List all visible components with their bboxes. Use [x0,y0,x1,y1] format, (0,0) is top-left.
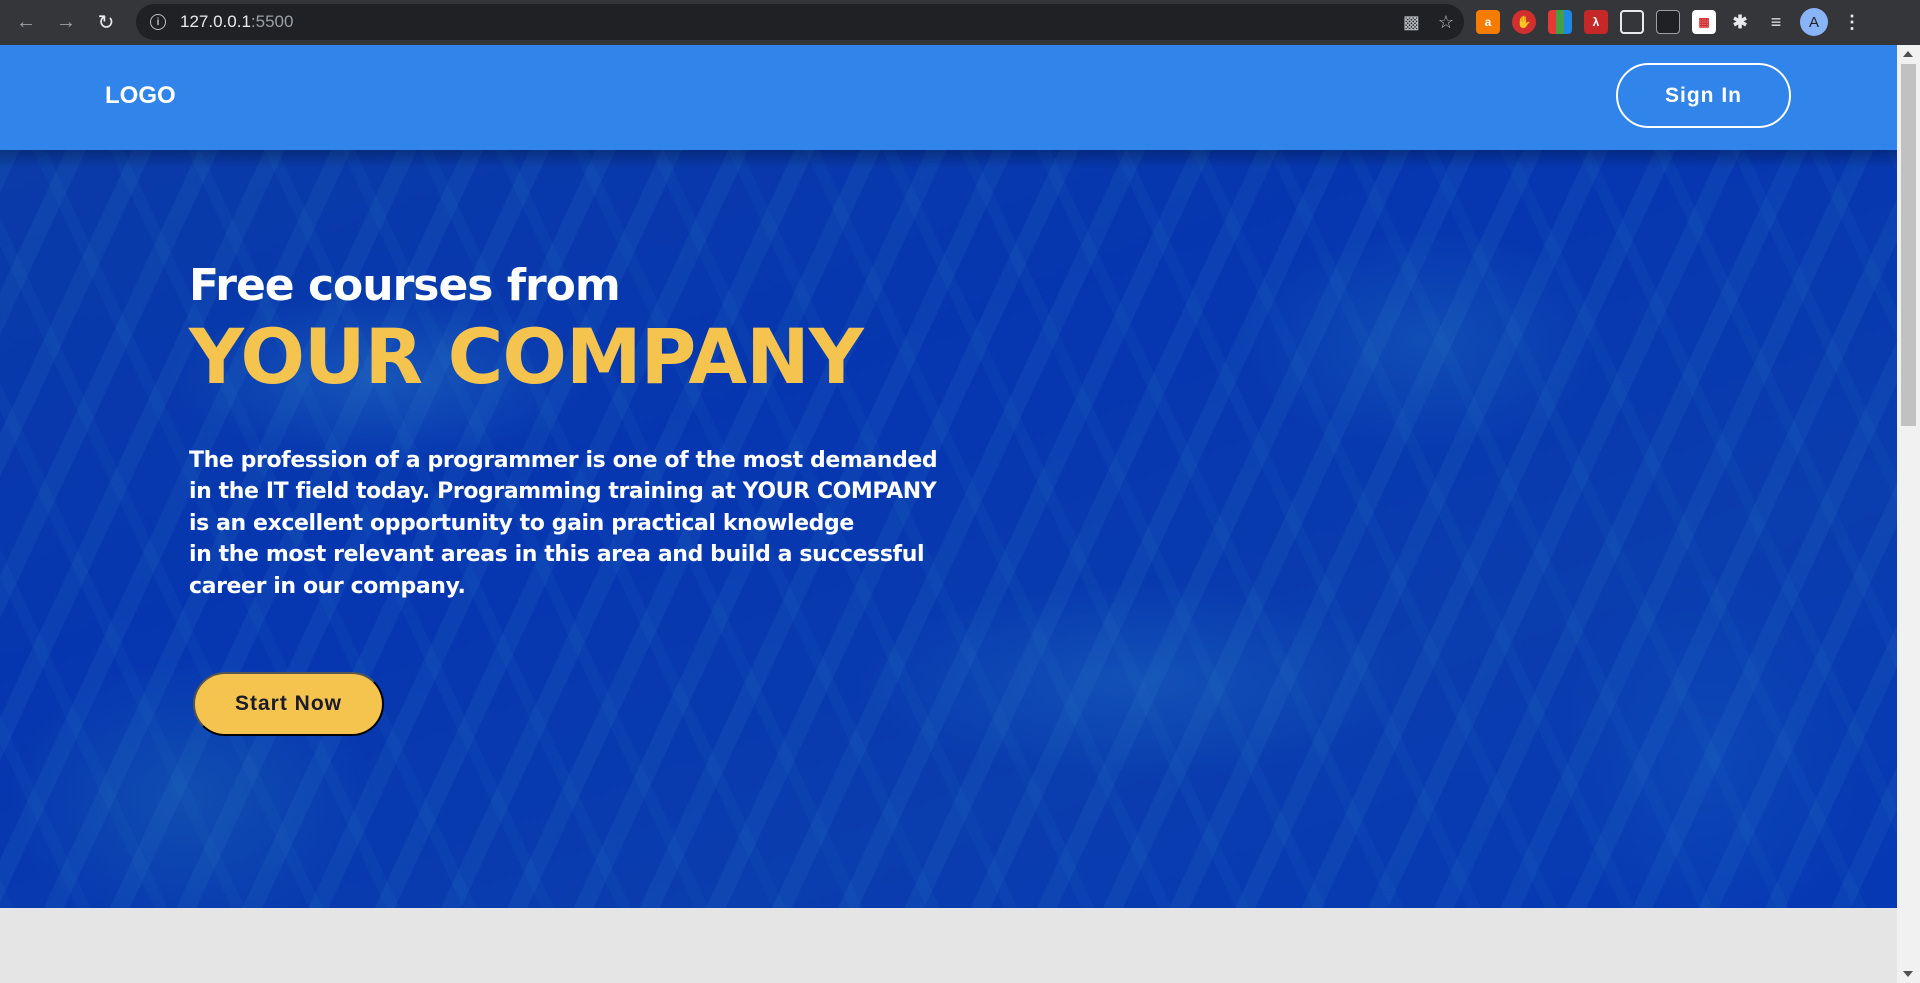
menu-kebab-icon[interactable]: ⋮ [1840,10,1864,34]
sign-in-button[interactable]: Sign In [1616,63,1791,128]
puzzle-extensions-icon[interactable]: ✱ [1728,10,1752,34]
reading-list-icon[interactable]: ≡ [1764,10,1788,34]
page-scrollbar[interactable] [1897,45,1920,983]
address-bar[interactable]: i 127.0.0.1:5500 ▩ ☆ [136,4,1464,40]
color-picker-extension-icon[interactable] [1548,10,1572,34]
hero-description-line: is an excellent opportunity to gain prac… [189,510,854,536]
address-url[interactable]: 127.0.0.1:5500 [180,12,293,32]
store-extension-icon[interactable]: ▦ [1692,10,1716,34]
translate-icon[interactable]: ▩ [1403,12,1420,33]
next-section [0,908,1897,983]
hero-description-line: career in our company. [189,573,466,599]
hero-description-line: The profession of a programmer is one of… [189,447,938,473]
site-header: LOGO Sign In [0,45,1897,150]
nav-buttons: ← → ↻ [6,3,126,43]
hero-content: Free courses from YOUR COMPANY The profe… [189,260,938,603]
shopping-extension-icon[interactable]: a [1476,10,1500,34]
info-icon[interactable]: i [150,14,166,30]
reload-icon[interactable]: ↻ [86,3,126,43]
bookmark-star-icon[interactable]: ☆ [1438,12,1454,33]
hero-title: YOUR COMPANY [189,312,864,401]
pdf-extension-icon[interactable]: λ [1584,10,1608,34]
browser-toolbar: ← → ↻ i 127.0.0.1:5500 ▩ ☆ a ✋ λ ▦ ✱ ≡ A… [0,0,1920,45]
forward-arrow-icon[interactable]: → [46,3,86,43]
extensions-bar: a ✋ λ ▦ ✱ ≡ A ⋮ [1476,8,1864,36]
scroll-up-arrow-icon[interactable] [1903,51,1913,57]
hero-subtitle: Free courses from [189,260,621,311]
scroll-down-arrow-icon[interactable] [1903,971,1913,977]
scrollbar-thumb[interactable] [1901,64,1916,426]
omnibox-actions: ▩ ☆ [1403,4,1454,40]
hero-description-line: in the IT field today. Programming train… [189,479,937,505]
profile-avatar[interactable]: A [1800,8,1828,36]
url-port: :5500 [250,12,294,31]
logo[interactable]: LOGO [105,82,176,110]
url-host: 127.0.0.1 [180,12,251,31]
terminal-extension-icon[interactable] [1656,10,1680,34]
hero-description-line: in the most relevant areas in this area … [189,542,925,568]
start-now-button[interactable]: Start Now [193,672,384,736]
adblock-extension-icon[interactable]: ✋ [1512,10,1536,34]
window-extension-icon[interactable] [1620,10,1644,34]
back-arrow-icon[interactable]: ← [6,3,46,43]
hero-section: Free courses from YOUR COMPANY The profe… [0,150,1897,908]
hero-description: The profession of a programmer is one of… [189,445,938,603]
